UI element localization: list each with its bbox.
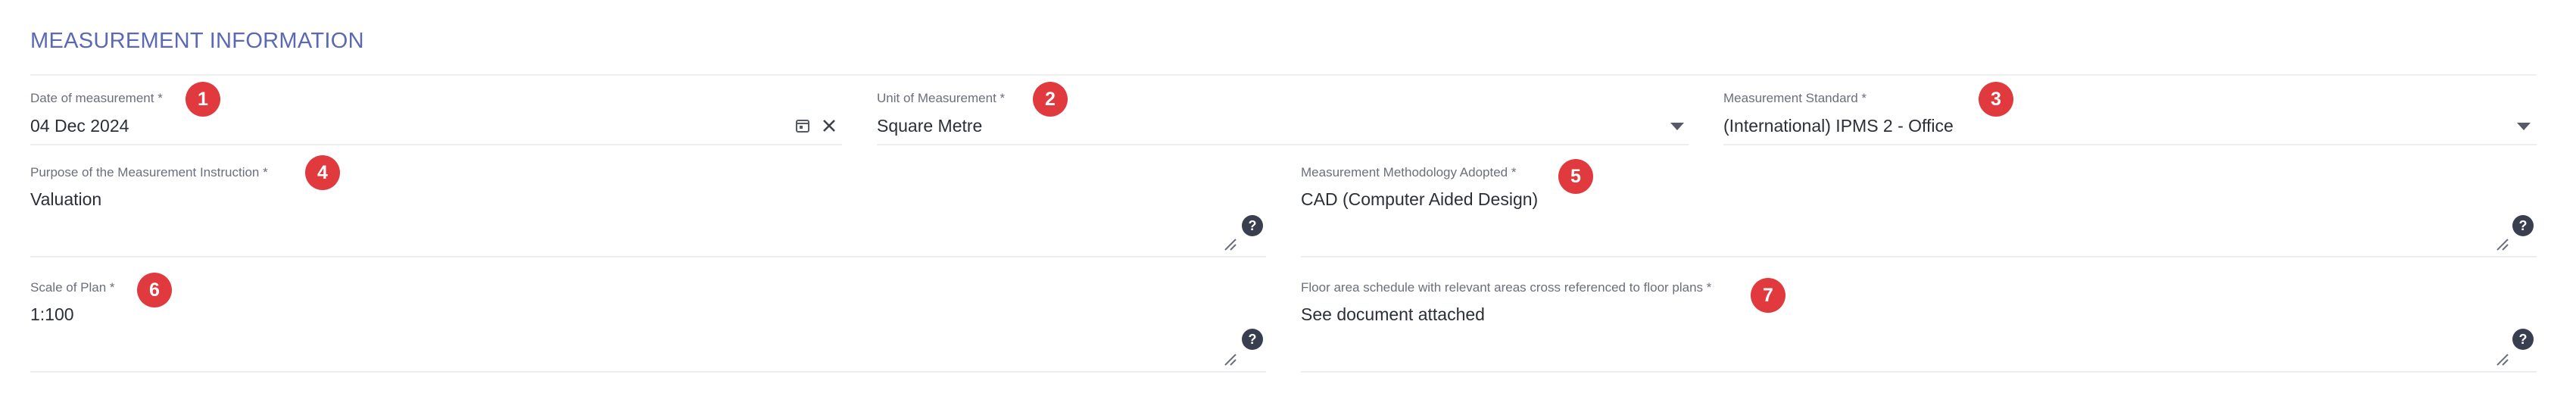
scale-of-plan-value[interactable]: 1:100: [30, 304, 74, 325]
chevron-down-icon[interactable]: [2517, 123, 2531, 130]
resize-handle-icon[interactable]: [1224, 238, 1237, 251]
measurement-standard-label: Measurement Standard *: [1723, 91, 1867, 105]
step-badge-5: 5: [1558, 159, 1593, 194]
measurement-standard-field[interactable]: Measurement Standard * (International) I…: [1723, 91, 2537, 145]
purpose-underline: [30, 256, 1266, 257]
chevron-down-icon[interactable]: [1670, 123, 1684, 130]
unit-of-measurement-field[interactable]: Unit of Measurement * Square Metre: [877, 91, 1689, 145]
unit-of-measurement-label: Unit of Measurement *: [877, 91, 1006, 105]
measurement-standard-underline: [1723, 144, 2537, 145]
section-title: MEASUREMENT INFORMATION: [30, 29, 364, 53]
purpose-field[interactable]: Purpose of the Measurement Instruction *…: [30, 165, 1266, 257]
measurement-standard-value[interactable]: (International) IPMS 2 - Office: [1723, 116, 1954, 136]
step-badge-4: 4: [305, 155, 340, 190]
calendar-icon[interactable]: [795, 118, 810, 133]
unit-of-measurement-underline: [877, 144, 1689, 145]
step-badge-3: 3: [1979, 82, 2013, 117]
date-of-measurement-field[interactable]: Date of measurement * 04 Dec 2024: [30, 91, 842, 145]
methodology-value[interactable]: CAD (Computer Aided Design): [1301, 189, 1538, 210]
floor-area-schedule-label: Floor area schedule with relevant areas …: [1301, 280, 1712, 295]
help-icon[interactable]: ?: [1242, 329, 1263, 350]
purpose-label: Purpose of the Measurement Instruction *: [30, 165, 268, 179]
resize-handle-icon[interactable]: [2496, 238, 2509, 251]
date-of-measurement-label: Date of measurement *: [30, 91, 163, 105]
clear-icon[interactable]: [821, 117, 837, 134]
scale-of-plan-underline: [30, 371, 1266, 373]
help-icon[interactable]: ?: [1242, 215, 1263, 236]
help-icon[interactable]: ?: [2512, 215, 2534, 236]
methodology-label: Measurement Methodology Adopted *: [1301, 165, 1517, 179]
unit-of-measurement-value[interactable]: Square Metre: [877, 116, 982, 136]
section-divider: [30, 74, 2537, 76]
step-badge-2: 2: [1033, 82, 1068, 117]
floor-area-schedule-underline: [1301, 371, 2537, 373]
date-of-measurement-underline: [30, 144, 842, 145]
help-icon[interactable]: ?: [2512, 329, 2534, 350]
step-badge-6: 6: [137, 273, 172, 307]
methodology-field[interactable]: Measurement Methodology Adopted * CAD (C…: [1301, 165, 2537, 257]
date-of-measurement-value[interactable]: 04 Dec 2024: [30, 116, 129, 136]
floor-area-schedule-field[interactable]: Floor area schedule with relevant areas …: [1301, 280, 2537, 373]
resize-handle-icon[interactable]: [1224, 353, 1237, 367]
methodology-underline: [1301, 256, 2537, 257]
purpose-value[interactable]: Valuation: [30, 189, 101, 210]
step-badge-1: 1: [186, 82, 220, 117]
floor-area-schedule-value[interactable]: See document attached: [1301, 304, 1485, 325]
scale-of-plan-field[interactable]: Scale of Plan * 1:100 ?: [30, 280, 1266, 373]
scale-of-plan-label: Scale of Plan *: [30, 280, 115, 295]
resize-handle-icon[interactable]: [2496, 353, 2509, 367]
step-badge-7: 7: [1751, 278, 1785, 313]
